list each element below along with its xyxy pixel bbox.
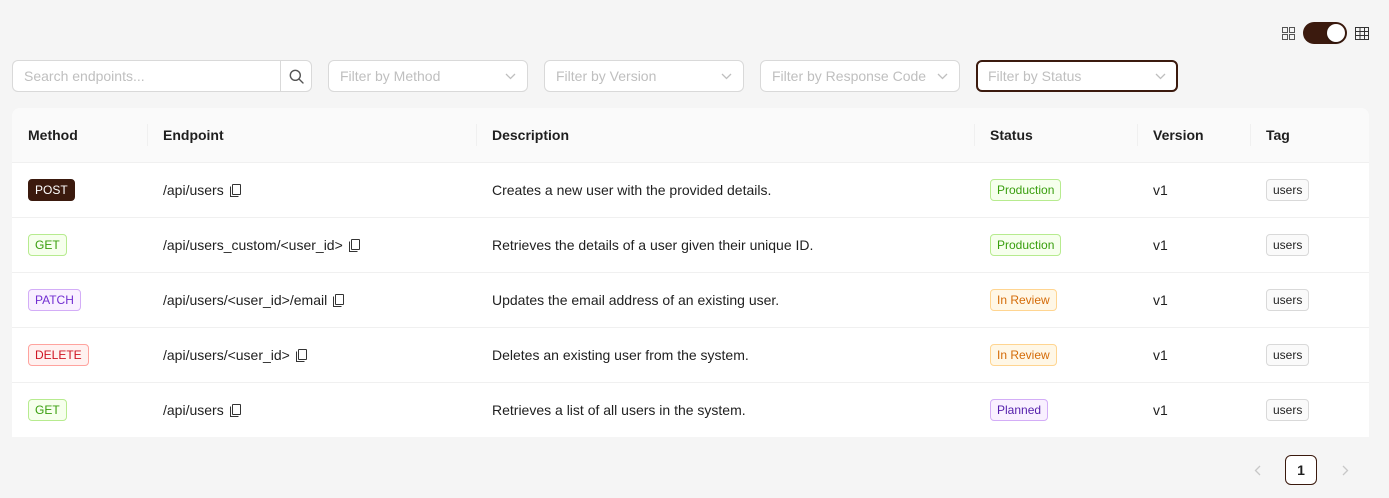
copy-icon[interactable] bbox=[295, 348, 307, 362]
endpoints-table-card: Method Endpoint Description Status Versi… bbox=[12, 108, 1369, 437]
method-badge: DELETE bbox=[28, 344, 89, 366]
search-group bbox=[12, 60, 312, 92]
method-badge: POST bbox=[28, 179, 75, 201]
endpoint-description: Deletes an existing user from the system… bbox=[476, 327, 974, 383]
response-code-filter-select[interactable]: Filter by Response Code bbox=[760, 60, 960, 92]
tag-badge: users bbox=[1266, 179, 1310, 201]
tag-badge: users bbox=[1266, 289, 1310, 311]
grid-icon[interactable] bbox=[1281, 26, 1295, 40]
chevron-left-icon bbox=[1254, 465, 1261, 476]
chevron-down-icon bbox=[721, 73, 732, 80]
column-header-endpoint: Endpoint bbox=[147, 108, 476, 163]
search-input[interactable] bbox=[12, 60, 280, 92]
chevron-down-icon bbox=[937, 73, 948, 80]
endpoint-path: /api/users bbox=[163, 182, 224, 198]
endpoint-description: Creates a new user with the provided det… bbox=[476, 162, 974, 218]
status-filter-placeholder: Filter by Status bbox=[988, 68, 1082, 84]
view-toggle bbox=[1281, 22, 1369, 44]
column-header-version: Version bbox=[1137, 108, 1250, 163]
search-icon bbox=[289, 69, 304, 84]
table-row[interactable]: GET /api/users Retrieves a list of all u… bbox=[12, 383, 1369, 438]
column-header-status: Status bbox=[974, 108, 1137, 163]
version-value: v1 bbox=[1137, 272, 1250, 328]
endpoint-path: /api/users/<user_id> bbox=[163, 347, 290, 363]
endpoint-path: /api/users_custom/<user_id> bbox=[163, 237, 343, 253]
api-endpoints-page: Filter by Method Filter by Version Filte… bbox=[0, 0, 1389, 498]
status-filter-select[interactable]: Filter by Status bbox=[976, 60, 1178, 92]
method-badge: GET bbox=[28, 234, 67, 256]
view-toggle-switch[interactable] bbox=[1303, 22, 1347, 44]
copy-icon[interactable] bbox=[229, 183, 241, 197]
status-badge: Production bbox=[990, 234, 1062, 256]
chevron-down-icon bbox=[505, 73, 516, 80]
endpoint-path: /api/users bbox=[163, 402, 224, 418]
version-value: v1 bbox=[1137, 162, 1250, 218]
search-button[interactable] bbox=[280, 60, 312, 92]
endpoint-description: Retrieves the details of a user given th… bbox=[476, 217, 974, 273]
column-header-tag: Tag bbox=[1250, 108, 1369, 163]
column-header-method: Method bbox=[12, 108, 147, 163]
response-code-filter-placeholder: Filter by Response Code bbox=[772, 68, 927, 84]
version-value: v1 bbox=[1137, 327, 1250, 383]
status-badge: In Review bbox=[990, 289, 1057, 311]
endpoint-description: Updates the email address of an existing… bbox=[476, 272, 974, 328]
column-header-description: Description bbox=[476, 108, 974, 163]
table-row[interactable]: GET /api/users_custom/<user_id> Retrieve… bbox=[12, 217, 1369, 273]
status-badge: Production bbox=[990, 179, 1062, 201]
chevron-down-icon bbox=[1155, 73, 1166, 80]
endpoint-path: /api/users/<user_id>/email bbox=[163, 292, 328, 308]
tag-badge: users bbox=[1266, 344, 1310, 366]
copy-icon[interactable] bbox=[348, 238, 360, 252]
tag-badge: users bbox=[1266, 399, 1310, 421]
page-number-button[interactable]: 1 bbox=[1285, 455, 1317, 485]
method-filter-select[interactable]: Filter by Method bbox=[328, 60, 528, 92]
table-icon[interactable] bbox=[1355, 26, 1369, 40]
method-badge: GET bbox=[28, 399, 67, 421]
pagination: 1 bbox=[1241, 454, 1361, 486]
version-value: v1 bbox=[1153, 402, 1168, 418]
chevron-right-icon bbox=[1342, 465, 1349, 476]
version-value: v1 bbox=[1137, 217, 1250, 273]
table-row[interactable]: PATCH /api/users/<user_id>/email Updates… bbox=[12, 272, 1369, 328]
copy-icon[interactable] bbox=[333, 293, 345, 307]
table-row[interactable]: POST /api/users Creates a new user with … bbox=[12, 162, 1369, 218]
version-filter-select[interactable]: Filter by Version bbox=[544, 60, 744, 92]
next-page-button[interactable] bbox=[1329, 454, 1361, 486]
endpoint-description: Retrieves a list of all users in the sys… bbox=[492, 402, 746, 418]
status-badge: Planned bbox=[990, 399, 1049, 421]
status-badge: In Review bbox=[990, 344, 1057, 366]
method-filter-placeholder: Filter by Method bbox=[340, 68, 441, 84]
filter-bar: Filter by Method Filter by Version Filte… bbox=[12, 60, 1178, 92]
endpoints-table: Method Endpoint Description Status Versi… bbox=[12, 108, 1369, 437]
table-row[interactable]: DELETE /api/users/<user_id> Deletes an e… bbox=[12, 327, 1369, 383]
method-badge: PATCH bbox=[28, 289, 81, 311]
switch-knob bbox=[1327, 24, 1345, 42]
version-filter-placeholder: Filter by Version bbox=[556, 68, 657, 84]
table-header-row: Method Endpoint Description Status Versi… bbox=[12, 108, 1369, 163]
copy-icon[interactable] bbox=[229, 403, 241, 417]
tag-badge: users bbox=[1266, 234, 1310, 256]
prev-page-button[interactable] bbox=[1241, 454, 1273, 486]
